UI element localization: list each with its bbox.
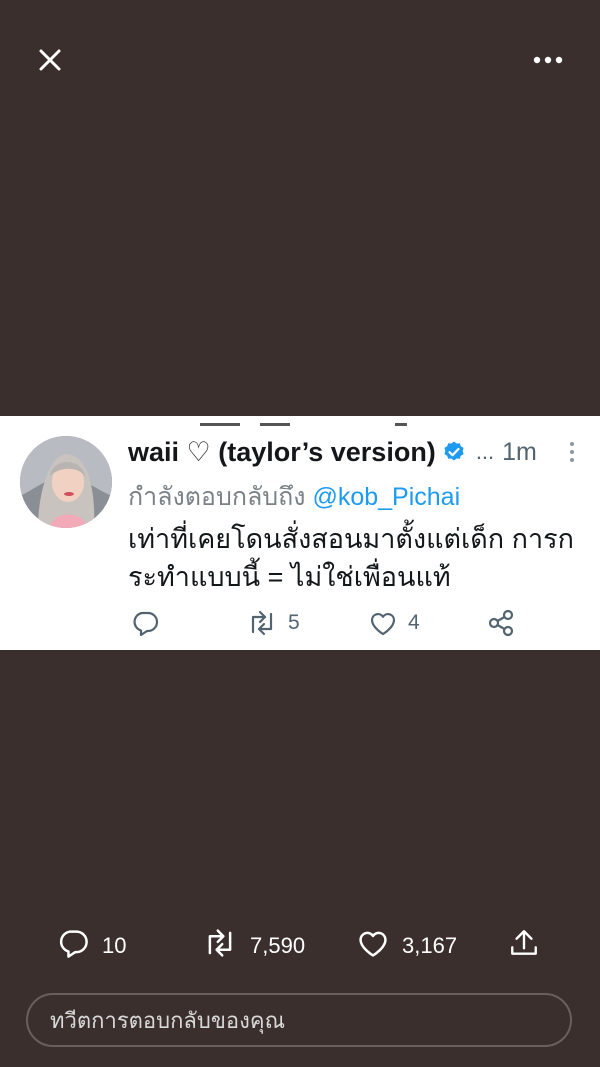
media-viewer-topbar <box>0 0 600 120</box>
reply-compose-box <box>26 993 572 1047</box>
verified-badge-icon <box>442 440 466 464</box>
reply-icon <box>130 608 160 638</box>
tweet-text-line: เท่าที่เคยโดนสั่งสอนมาตั้งแต่เด็ก การก <box>128 524 574 554</box>
reply-button[interactable]: 10 <box>56 922 126 970</box>
truncation-ellipsis: ... <box>475 439 495 464</box>
tweet-actions: 5 4 <box>128 604 568 642</box>
tweet-header: waii ♡ (taylor’s version) ... 1m <box>128 432 537 472</box>
replying-to: กำลังตอบกลับถึง @kob_Pichai <box>128 477 460 517</box>
heart-icon <box>368 608 398 638</box>
display-name[interactable]: waii ♡ (taylor’s version) <box>128 437 436 468</box>
retweet-button[interactable]: 7,590 <box>202 922 305 970</box>
share-icon <box>486 608 516 638</box>
more-horizontal-icon[interactable] <box>530 48 566 72</box>
retweet-icon <box>202 926 238 966</box>
like-button[interactable]: 3,167 <box>356 922 457 970</box>
reply-input[interactable] <box>48 995 552 1047</box>
retweet-count: 5 <box>288 611 300 634</box>
kebab-menu-icon[interactable] <box>566 438 578 466</box>
cropped-text-remnant <box>0 416 600 426</box>
replying-prefix: กำลังตอบกลับถึง <box>128 483 306 511</box>
reply-button[interactable] <box>130 604 160 642</box>
tweet-text: เท่าที่เคยโดนสั่งสอนมาตั้งแต่เด็ก การก ร… <box>128 520 596 596</box>
retweet-icon <box>246 608 278 638</box>
upload-share-icon <box>508 926 540 966</box>
like-button[interactable]: 4 <box>368 604 420 642</box>
share-button[interactable] <box>486 604 516 642</box>
retweet-button[interactable]: 5 <box>246 604 300 642</box>
like-count: 3,167 <box>402 933 458 958</box>
heart-icon <box>356 926 390 966</box>
reply-count: 10 <box>102 933 127 958</box>
tweet-timestamp[interactable]: 1m <box>502 438 537 467</box>
share-button[interactable] <box>508 922 540 970</box>
reply-icon <box>56 926 90 966</box>
tweet-text-line: ระทำแบบนี้ = ไม่ใช่เพื่อนแท้ <box>128 562 451 592</box>
like-count: 4 <box>408 611 420 634</box>
close-icon[interactable] <box>32 42 68 78</box>
engagement-bar: 10 7,590 3,167 <box>0 922 600 970</box>
avatar[interactable] <box>20 436 112 528</box>
retweet-count: 7,590 <box>250 933 306 958</box>
mention-link[interactable]: @kob_Pichai <box>312 483 460 511</box>
